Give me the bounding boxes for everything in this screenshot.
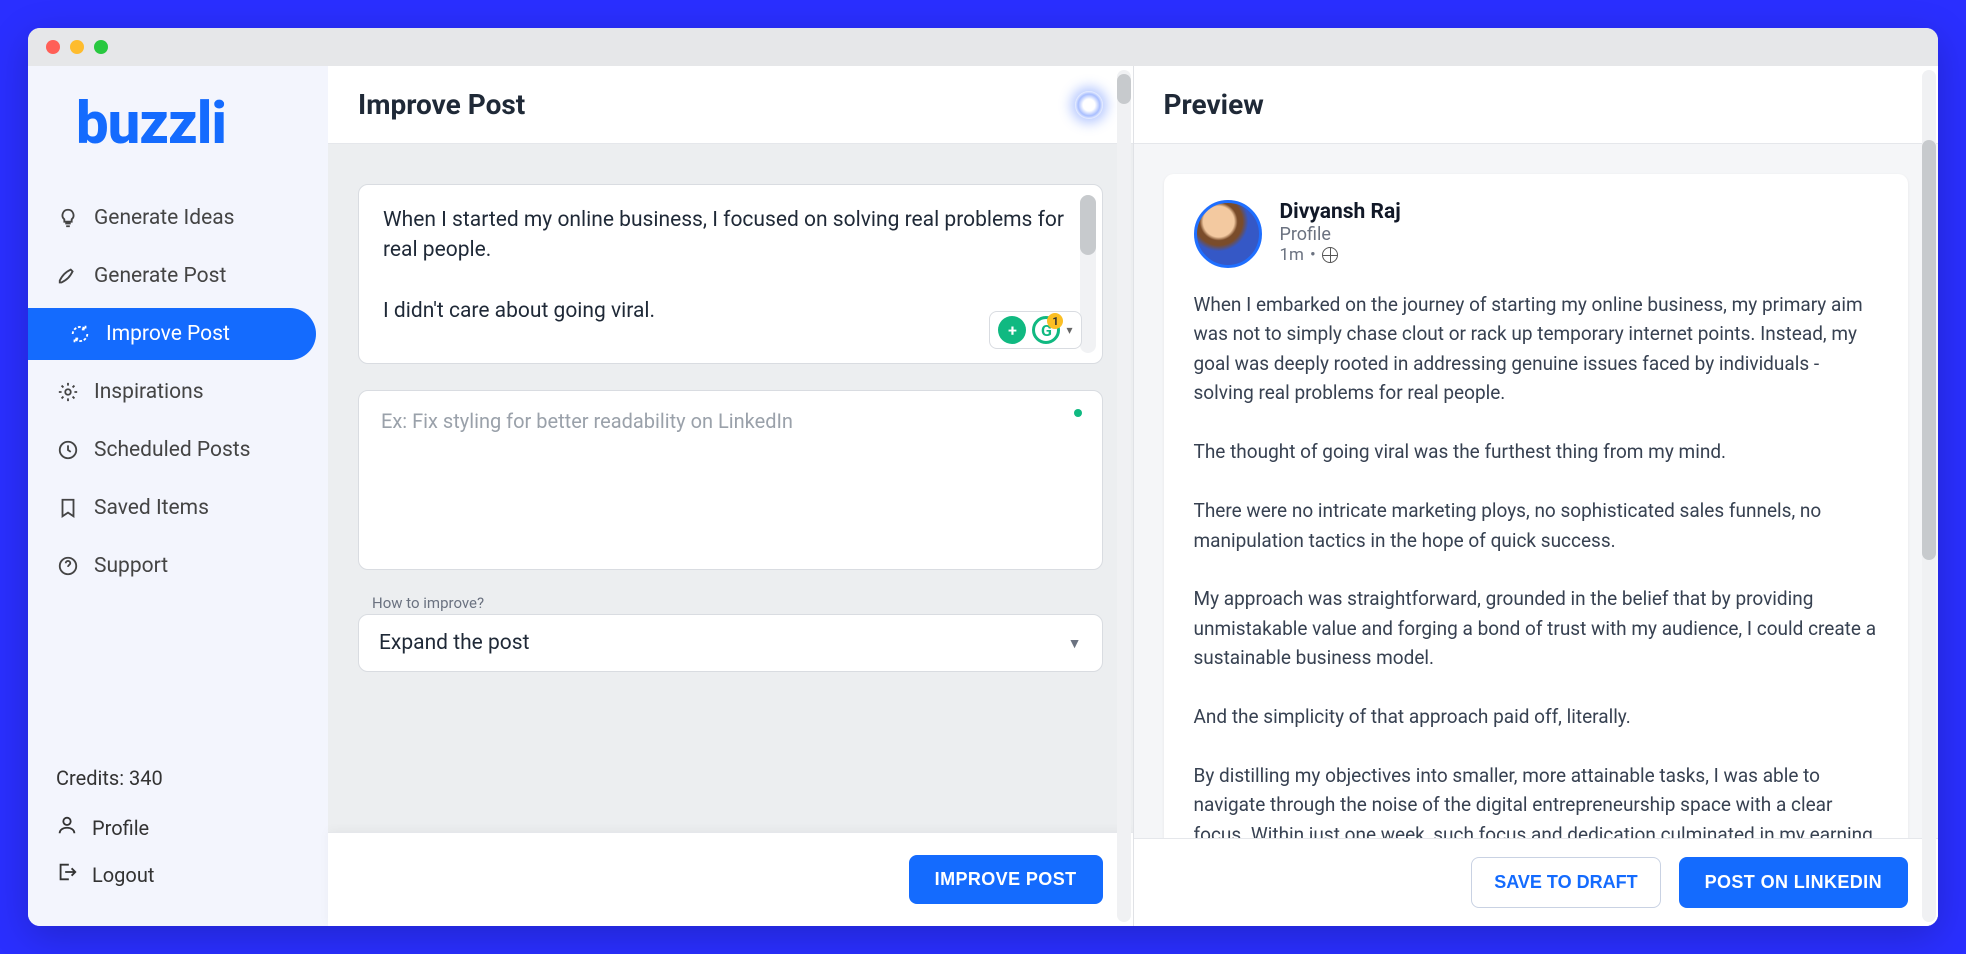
- sidebar-item-saved-items[interactable]: Saved Items: [28, 482, 316, 534]
- editor-title: Improve Post: [358, 88, 525, 121]
- user-icon: [56, 814, 78, 841]
- sidebar-nav: Generate Ideas Generate Post Improve Pos…: [28, 176, 328, 608]
- editor-header: Improve Post: [328, 66, 1133, 144]
- app-window: buzzli Generate Ideas Generate Post Impr…: [28, 28, 1938, 926]
- sparkle-icon: [56, 380, 80, 404]
- profile-link[interactable]: Profile: [56, 804, 328, 851]
- grammarly-count-badge: 1: [1047, 313, 1063, 329]
- post-time: 1m: [1280, 245, 1304, 265]
- window-close-icon[interactable]: [46, 40, 60, 54]
- editor-footer: IMPROVE POST: [328, 832, 1133, 926]
- preview-scrollbar[interactable]: [1922, 70, 1936, 922]
- grammarly-plus-icon: +: [998, 316, 1026, 344]
- profile-link-label: Profile: [92, 816, 149, 840]
- loading-spinner-icon: [1075, 91, 1103, 119]
- post-on-linkedin-button[interactable]: POST ON LINKEDIN: [1679, 857, 1908, 908]
- editor-pane: Improve Post When I started my online bu…: [328, 66, 1133, 926]
- post-meta: 1m •: [1280, 245, 1401, 265]
- preview-footer: SAVE TO DRAFT POST ON LINKEDIN: [1134, 838, 1939, 926]
- app-logo: buzzli: [28, 90, 328, 176]
- sidebar-bottom: Credits: 340 Profile Logout: [28, 766, 328, 898]
- how-to-improve-value: Expand the post: [379, 631, 529, 655]
- logout-icon: [56, 861, 78, 888]
- chevron-down-icon: ▼: [1068, 635, 1082, 652]
- how-to-improve-select[interactable]: Expand the post ▼: [358, 614, 1103, 672]
- pencil-icon: [56, 264, 80, 288]
- bookmark-icon: [56, 496, 80, 520]
- sidebar-item-label: Generate Post: [94, 264, 226, 288]
- textarea-scrollbar[interactable]: [1080, 195, 1096, 353]
- grammarly-widget[interactable]: + G 1 ▾: [989, 311, 1081, 349]
- window-minimize-icon[interactable]: [70, 40, 84, 54]
- sidebar-item-support[interactable]: Support: [28, 540, 316, 592]
- post-input-text: When I started my online business, I foc…: [383, 205, 1078, 327]
- grammarly-g-icon: G 1: [1032, 316, 1060, 344]
- chevron-down-icon: ▾: [1066, 323, 1072, 337]
- credits-label: Credits: 340: [56, 766, 328, 790]
- refresh-icon: [68, 322, 92, 346]
- avatar: [1194, 200, 1262, 268]
- window-titlebar: [28, 28, 1938, 66]
- clock-icon: [56, 438, 80, 462]
- sidebar-item-improve-post[interactable]: Improve Post: [28, 308, 316, 360]
- meta-separator: •: [1310, 245, 1316, 265]
- improve-post-button[interactable]: IMPROVE POST: [909, 855, 1103, 904]
- sidebar-item-label: Improve Post: [106, 322, 230, 346]
- status-dot-icon: [1074, 409, 1082, 417]
- sidebar-item-label: Scheduled Posts: [94, 438, 251, 462]
- sidebar-item-generate-ideas[interactable]: Generate Ideas: [28, 192, 316, 244]
- instructions-input[interactable]: Ex: Fix styling for better readability o…: [358, 390, 1103, 570]
- preview-title: Preview: [1164, 88, 1264, 121]
- window-maximize-icon[interactable]: [94, 40, 108, 54]
- save-to-draft-button[interactable]: SAVE TO DRAFT: [1471, 857, 1660, 908]
- help-icon: [56, 554, 80, 578]
- sidebar-item-inspirations[interactable]: Inspirations: [28, 366, 316, 418]
- sidebar-item-label: Support: [94, 554, 168, 578]
- sidebar: buzzli Generate Ideas Generate Post Impr…: [28, 66, 328, 926]
- editor-scrollbar[interactable]: [1117, 70, 1131, 922]
- author-name: Divyansh Raj: [1280, 200, 1401, 224]
- sidebar-item-generate-post[interactable]: Generate Post: [28, 250, 316, 302]
- how-to-improve-label: How to improve?: [372, 594, 1103, 612]
- lightbulb-icon: [56, 206, 80, 230]
- sidebar-item-label: Generate Ideas: [94, 206, 234, 230]
- author-subtitle: Profile: [1280, 224, 1401, 245]
- sidebar-item-scheduled-posts[interactable]: Scheduled Posts: [28, 424, 316, 476]
- logout-link[interactable]: Logout: [56, 851, 328, 898]
- preview-header: Preview: [1134, 66, 1939, 144]
- preview-post-card: Divyansh Raj Profile 1m • When I embarke…: [1164, 174, 1909, 838]
- logo-text: buzzli: [76, 90, 226, 158]
- post-body-text: When I embarked on the journey of starti…: [1194, 290, 1879, 838]
- instructions-placeholder: Ex: Fix styling for better readability o…: [381, 409, 1080, 433]
- sidebar-item-label: Saved Items: [94, 496, 209, 520]
- preview-pane: Preview Divyansh Raj Profile 1m •: [1133, 66, 1939, 926]
- logout-link-label: Logout: [92, 863, 154, 887]
- post-input[interactable]: When I started my online business, I foc…: [358, 184, 1103, 364]
- globe-icon: [1322, 247, 1338, 263]
- sidebar-item-label: Inspirations: [94, 380, 204, 404]
